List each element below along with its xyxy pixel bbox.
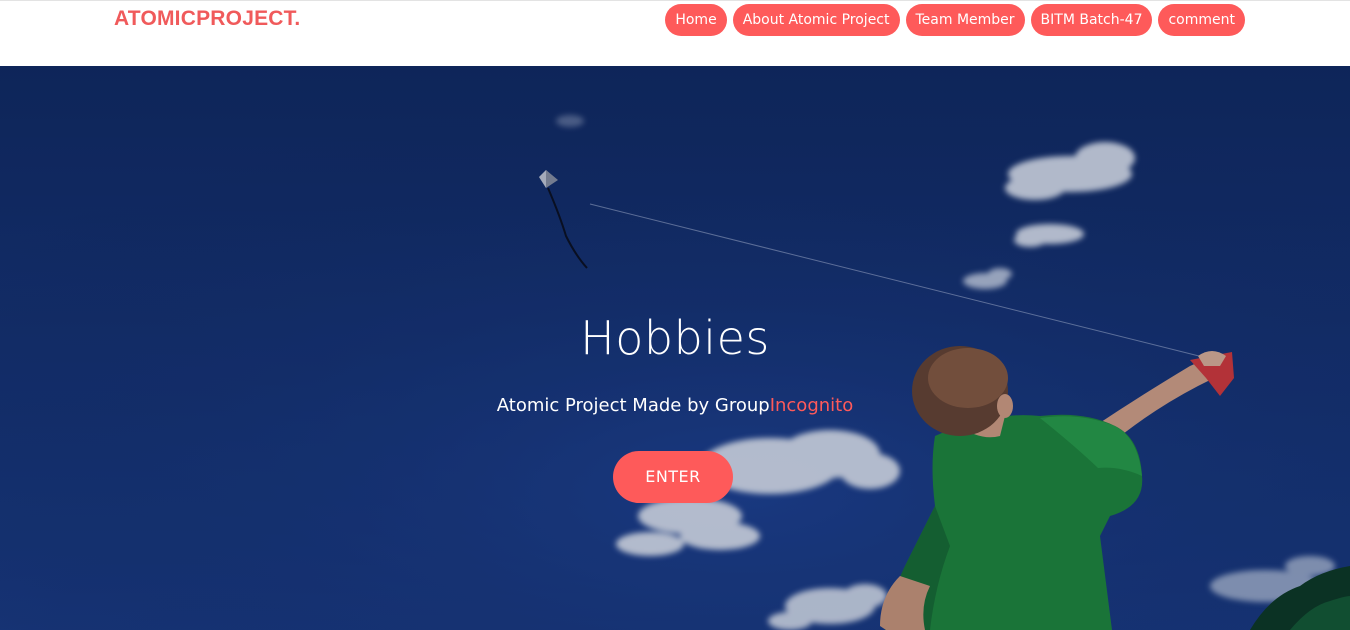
hero-subtitle-group-name: Incognito (769, 395, 854, 416)
hero-title: Hobbies (580, 311, 770, 365)
nav-item-comment[interactable]: comment (1158, 4, 1245, 36)
hero-subtitle: Atomic Project Made by GroupIncognito (0, 395, 1350, 416)
brand-logo[interactable]: ATOMICPROJECT. (114, 7, 300, 31)
enter-button[interactable]: ENTER (613, 451, 733, 503)
main-nav: Home About Atomic Project Team Member BI… (665, 4, 1245, 36)
top-navbar: ATOMICPROJECT. Home About Atomic Project… (0, 0, 1350, 66)
nav-item-about[interactable]: About Atomic Project (732, 4, 900, 36)
nav-item-bitm-batch[interactable]: BITM Batch-47 (1030, 4, 1153, 36)
hero-subtitle-text: Atomic Project Made by Group (496, 395, 770, 416)
nav-item-home[interactable]: Home (665, 4, 727, 36)
nav-item-team-member[interactable]: Team Member (905, 4, 1025, 36)
hero-section: Hobbies Atomic Project Made by GroupInco… (0, 66, 1350, 630)
